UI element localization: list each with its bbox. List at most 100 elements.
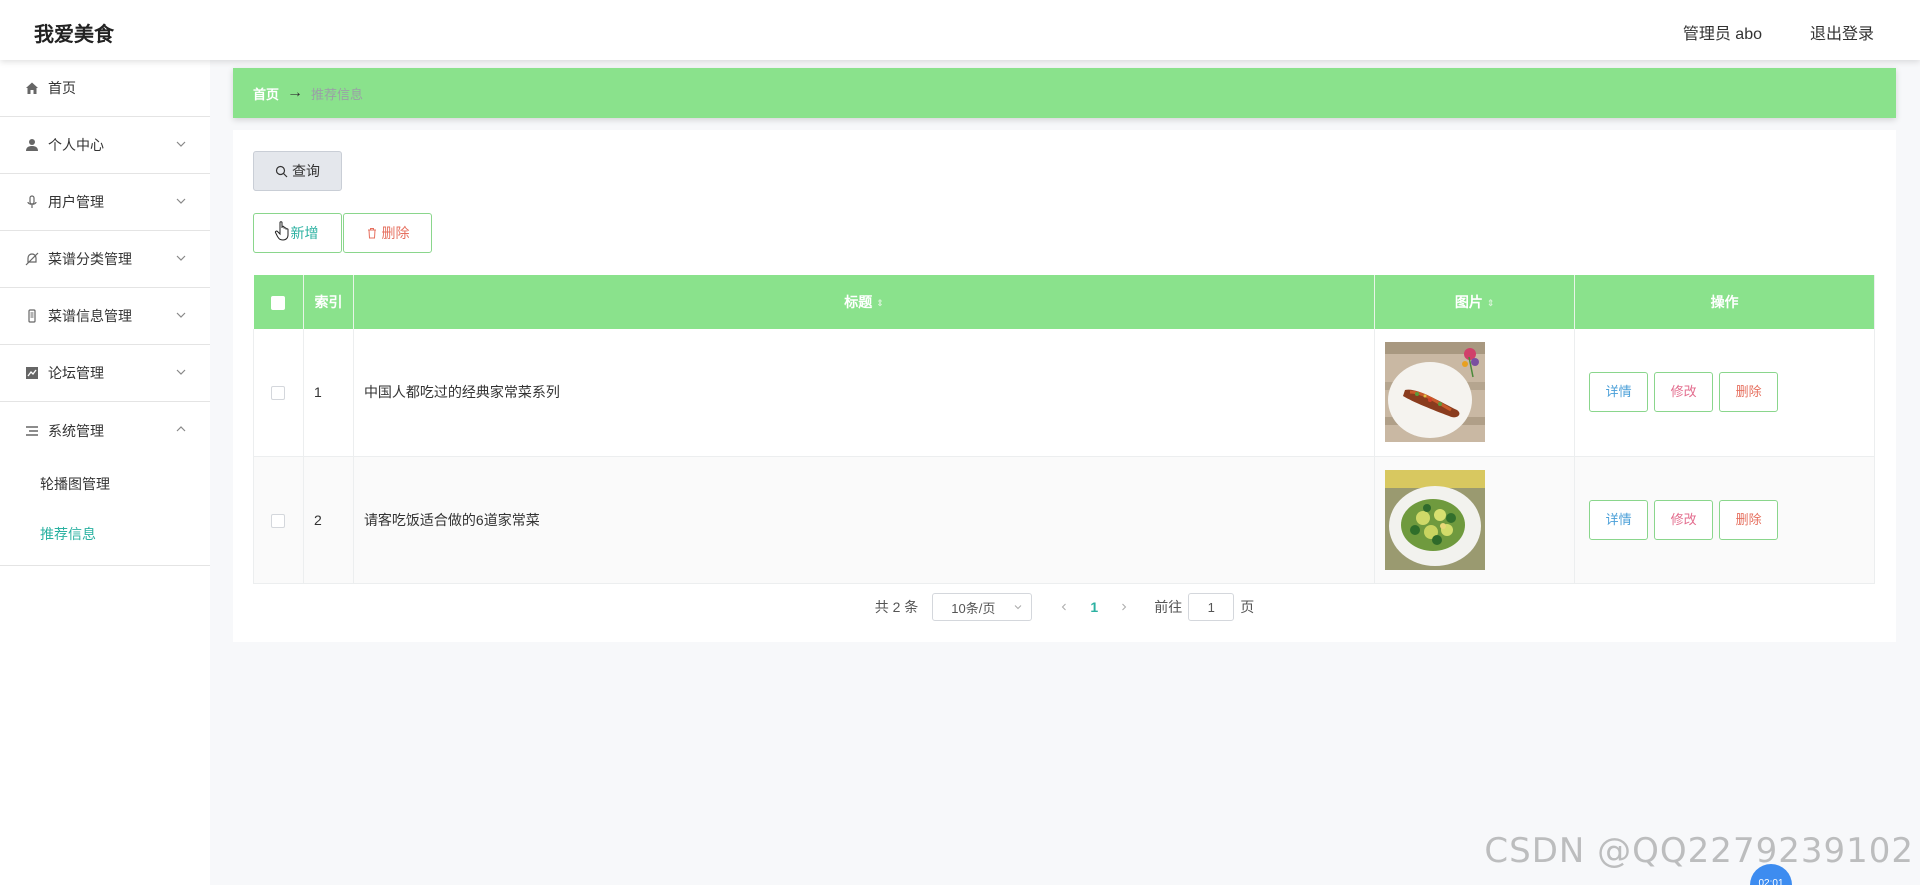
chevron-left-icon bbox=[1062, 603, 1067, 611]
bell-off-icon bbox=[24, 251, 40, 267]
header-ops: 操作 bbox=[1574, 275, 1875, 329]
sidebar-item-label: 首页 bbox=[48, 80, 76, 96]
chevron-down-icon bbox=[176, 312, 186, 318]
sidebar-item-label: 菜谱分类管理 bbox=[48, 251, 132, 267]
header-ops-label: 操作 bbox=[1710, 294, 1739, 310]
header-image[interactable]: 图片 ⇕ bbox=[1374, 275, 1576, 329]
chevron-down-icon bbox=[176, 198, 186, 204]
query-button[interactable]: 查询 bbox=[253, 151, 342, 191]
delete-button[interactable]: 删除 bbox=[1719, 372, 1779, 413]
system-submenu: 轮播图管理 推荐信息 bbox=[0, 459, 210, 566]
page-size-select[interactable]: 10条/页 bbox=[932, 593, 1033, 621]
table-header-row: 索引 标题 ⇕ 图片 ⇕ 操作 bbox=[253, 275, 1875, 329]
row-checkbox-cell bbox=[253, 456, 304, 584]
select-all-checkbox[interactable] bbox=[271, 296, 286, 311]
next-page-button[interactable] bbox=[1114, 599, 1134, 615]
sidebar-subitem-recommend[interactable]: 推荐信息 bbox=[0, 509, 210, 559]
add-button[interactable]: 新增 bbox=[253, 213, 342, 253]
sidebar-item-label: 论坛管理 bbox=[48, 365, 104, 381]
row-index: 2 bbox=[303, 456, 354, 584]
main-content: 首页 → 推荐信息 查询 新增 删除 索引 标题 ⇕ 图片 ⇕ 操作 1 中国人… bbox=[233, 68, 1896, 642]
bulk-delete-button[interactable]: 删除 bbox=[343, 213, 432, 253]
sidebar-item-home[interactable]: 首页 bbox=[0, 60, 210, 117]
header-checkbox-cell bbox=[253, 275, 304, 329]
watermark: CSDN @QQ2279239102 bbox=[1484, 831, 1914, 871]
breadcrumb-arrow: → bbox=[287, 84, 304, 101]
sidebar-item-label: 系统管理 bbox=[48, 422, 104, 439]
current-user-label: 管理员 abo bbox=[1682, 26, 1762, 43]
row-checkbox-cell bbox=[253, 329, 304, 457]
row-ops-cell: 详情 修改 删除 bbox=[1574, 329, 1875, 457]
sidebar-item-user-management[interactable]: 用户管理 bbox=[0, 174, 210, 231]
sort-icon[interactable]: ⇕ bbox=[876, 298, 884, 309]
home-icon bbox=[24, 80, 40, 96]
chevron-down-icon bbox=[176, 255, 186, 261]
page-size-value: 10条/页 bbox=[951, 600, 996, 616]
row-title: 请客吃饭适合做的6道家常菜 bbox=[353, 456, 1376, 584]
chevron-down-icon bbox=[176, 141, 186, 147]
row-image-cell bbox=[1374, 456, 1576, 584]
sidebar-subitem-carousel[interactable]: 轮播图管理 bbox=[0, 459, 210, 509]
table-row: 1 中国人都吃过的经典家常菜系列 详情 修改 删除 bbox=[253, 329, 1875, 457]
header-index-label: 索引 bbox=[314, 294, 343, 310]
trash-icon bbox=[367, 228, 376, 239]
header-index: 索引 bbox=[303, 275, 354, 329]
goto-page-input[interactable] bbox=[1188, 593, 1235, 621]
goto-prefix: 前往 bbox=[1154, 599, 1183, 615]
edit-button[interactable]: 修改 bbox=[1654, 499, 1714, 540]
table-row: 2 请客吃饭适合做的6道家常菜 详情 修改 删除 bbox=[253, 456, 1875, 584]
detail-button[interactable]: 详情 bbox=[1589, 372, 1649, 413]
sidebar-item-label: 用户管理 bbox=[48, 194, 104, 210]
recommend-table: 索引 标题 ⇕ 图片 ⇕ 操作 1 中国人都吃过的经典家常菜系列 详情 修改 删… bbox=[253, 275, 1875, 584]
page-number-current[interactable]: 1 bbox=[1074, 599, 1114, 615]
query-label: 查询 bbox=[292, 163, 320, 179]
logout-link[interactable]: 退出登录 bbox=[1810, 20, 1874, 44]
breadcrumb: 首页 → 推荐信息 bbox=[233, 68, 1896, 118]
delete-button[interactable]: 删除 bbox=[1719, 499, 1779, 540]
chevron-right-icon bbox=[1122, 603, 1127, 611]
sidebar-item-recipe-info[interactable]: 菜谱信息管理 bbox=[0, 288, 210, 345]
menu-icon bbox=[24, 423, 40, 439]
sidebar-item-recipe-category[interactable]: 菜谱分类管理 bbox=[0, 231, 210, 288]
sidebar-item-forum[interactable]: 论坛管理 bbox=[0, 345, 210, 402]
chart-icon bbox=[24, 365, 40, 381]
row-ops-cell: 详情 修改 删除 bbox=[1574, 456, 1875, 584]
sort-icon[interactable]: ⇕ bbox=[1487, 298, 1495, 309]
mic-icon bbox=[24, 194, 40, 210]
user-icon bbox=[24, 137, 40, 153]
sidebar-item-label: 菜谱信息管理 bbox=[48, 308, 132, 324]
bulk-delete-label: 删除 bbox=[381, 225, 410, 241]
chevron-up-icon bbox=[176, 426, 186, 432]
pagination-total: 共 2 条 bbox=[874, 599, 919, 615]
detail-button[interactable]: 详情 bbox=[1589, 499, 1649, 540]
app-title: 我爱美食 bbox=[34, 24, 114, 46]
breadcrumb-home[interactable]: 首页 bbox=[253, 84, 279, 103]
pagination: 共 2 条 10条/页 1 前往 页 bbox=[233, 593, 1896, 621]
header-image-label: 图片 bbox=[1454, 294, 1483, 310]
row-title: 中国人都吃过的经典家常菜系列 bbox=[353, 329, 1376, 457]
chevron-down-icon bbox=[176, 369, 186, 375]
phone-icon bbox=[24, 308, 40, 324]
header-title-label: 标题 bbox=[844, 294, 873, 310]
breadcrumb-current: 推荐信息 bbox=[311, 86, 364, 102]
add-label: 新增 bbox=[290, 225, 319, 241]
hand-cursor-icon bbox=[274, 221, 289, 241]
sidebar-item-label: 个人中心 bbox=[48, 137, 104, 153]
dish-thumbnail[interactable] bbox=[1385, 342, 1486, 443]
dish-thumbnail[interactable] bbox=[1385, 469, 1486, 570]
row-checkbox[interactable] bbox=[271, 386, 286, 401]
edit-button[interactable]: 修改 bbox=[1654, 372, 1714, 413]
goto-suffix: 页 bbox=[1240, 599, 1255, 615]
prev-page-button[interactable] bbox=[1054, 599, 1074, 615]
sidebar: 首页 个人中心 用户管理 菜谱分类管理 菜谱信息管理 论坛管理 系统管理 轮播图… bbox=[0, 60, 210, 885]
top-bar: 我爱美食 管理员 abo 退出登录 bbox=[0, 0, 1920, 60]
sidebar-item-system[interactable]: 系统管理 bbox=[0, 402, 210, 459]
row-checkbox[interactable] bbox=[271, 513, 286, 528]
content-panel: 查询 新增 删除 索引 标题 ⇕ 图片 ⇕ 操作 1 中国人都吃过的经典家常菜系… bbox=[233, 130, 1896, 642]
sidebar-item-personal-center[interactable]: 个人中心 bbox=[0, 117, 210, 174]
row-index: 1 bbox=[303, 329, 354, 457]
header-title[interactable]: 标题 ⇕ bbox=[353, 275, 1376, 329]
search-icon bbox=[275, 165, 288, 177]
row-image-cell bbox=[1374, 329, 1576, 457]
chevron-down-icon bbox=[1014, 605, 1022, 610]
